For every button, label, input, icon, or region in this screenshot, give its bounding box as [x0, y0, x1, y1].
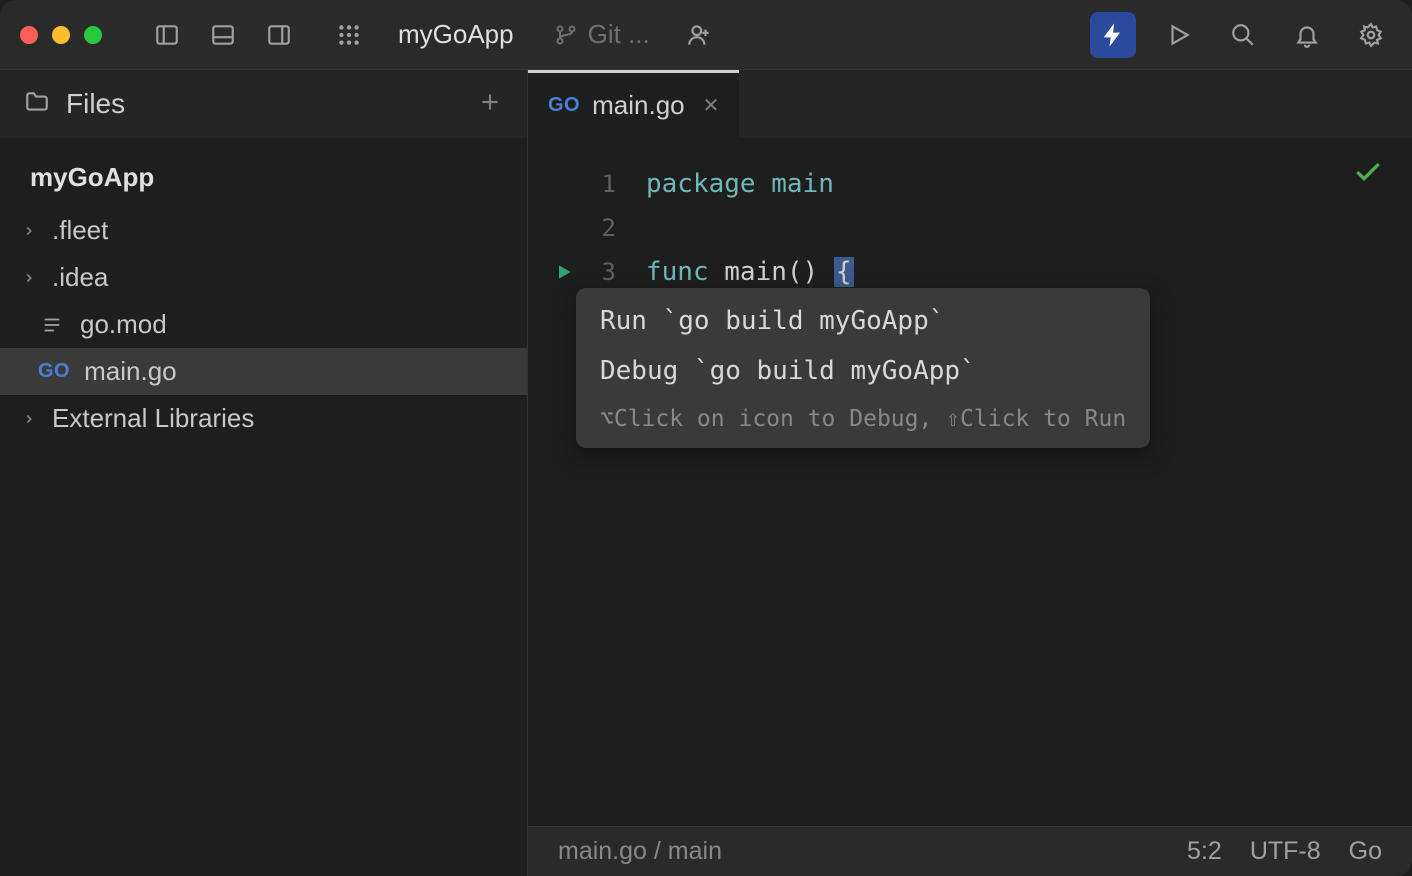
chevron-right-icon: [20, 224, 38, 238]
close-window-button[interactable]: [20, 26, 38, 44]
popup-hint: ⌥Click on icon to Debug, ⇧Click to Run: [576, 396, 1150, 440]
sidebar-title: Files: [66, 88, 125, 120]
tree-item-fleet[interactable]: .fleet: [0, 207, 527, 254]
code-editor[interactable]: 1 package main 2 3 func main() { Run `: [528, 138, 1412, 826]
chevron-right-icon: [20, 412, 38, 426]
tree-item-idea[interactable]: .idea: [0, 254, 527, 301]
search-icon[interactable]: [1230, 22, 1256, 48]
run-icon[interactable]: [1166, 22, 1192, 48]
smart-mode-button[interactable]: [1090, 12, 1136, 58]
line-number: 1: [586, 170, 626, 198]
tree-item-gomod[interactable]: go.mod: [0, 301, 527, 348]
tab-main-go[interactable]: GO main.go ✕: [528, 70, 739, 138]
close-tab-icon[interactable]: ✕: [703, 93, 720, 118]
tree-item-label: main.go: [84, 356, 177, 387]
editor-tabs: GO main.go ✕: [528, 70, 1412, 138]
gutter-run-icon[interactable]: [542, 262, 586, 282]
tree-item-label: go.mod: [80, 309, 167, 340]
file-lines-icon: [38, 314, 66, 336]
chevron-right-icon: [20, 271, 38, 285]
add-tab-icon[interactable]: [477, 89, 503, 120]
right-panel-icon[interactable]: [266, 22, 292, 48]
status-bar: main.go / main 5:2 UTF-8 Go: [528, 826, 1412, 876]
apps-grid-icon[interactable]: [336, 22, 362, 48]
code-line: 1 package main: [528, 162, 1412, 206]
left-panel-icon[interactable]: [154, 22, 180, 48]
settings-icon[interactable]: [1358, 22, 1384, 48]
titlebar: myGoApp Git ...: [0, 0, 1412, 70]
sidebar: Files myGoApp .fleet .i: [0, 70, 528, 876]
tree-item-external-libraries[interactable]: External Libraries: [0, 395, 527, 442]
tree-item-label: .idea: [52, 262, 108, 293]
project-root[interactable]: myGoApp: [0, 152, 527, 207]
traffic-lights: [20, 26, 102, 44]
popup-run-item[interactable]: Run `go build myGoApp`: [576, 296, 1150, 346]
maximize-window-button[interactable]: [84, 26, 102, 44]
cursor-position[interactable]: 5:2: [1187, 837, 1222, 866]
minimize-window-button[interactable]: [52, 26, 70, 44]
language-mode[interactable]: Go: [1349, 837, 1382, 866]
add-user-icon[interactable]: [686, 22, 712, 48]
git-label: Git ...: [588, 19, 650, 50]
tab-label: main.go: [592, 90, 685, 121]
go-file-icon: GO: [548, 94, 580, 117]
bottom-panel-icon[interactable]: [210, 22, 236, 48]
encoding[interactable]: UTF-8: [1250, 837, 1321, 866]
inspection-ok-icon[interactable]: [1352, 156, 1384, 195]
breadcrumb[interactable]: main.go / main: [558, 837, 1187, 866]
project-title: myGoApp: [398, 19, 514, 50]
go-file-icon: GO: [38, 360, 70, 383]
tree-item-label: External Libraries: [52, 403, 254, 434]
git-branch-button[interactable]: Git ...: [554, 19, 650, 50]
run-popup: Run `go build myGoApp` Debug `go build m…: [576, 288, 1150, 448]
file-tree: myGoApp .fleet .idea: [0, 138, 527, 876]
tree-item-main-go[interactable]: GO main.go: [0, 348, 527, 395]
code-line: 2: [528, 206, 1412, 250]
editor-area: GO main.go ✕ 1 package main 2: [528, 70, 1412, 876]
tree-item-label: .fleet: [52, 215, 108, 246]
sidebar-header: Files: [0, 70, 527, 138]
folder-icon: [24, 89, 50, 120]
line-number: 2: [586, 214, 626, 242]
notifications-icon[interactable]: [1294, 22, 1320, 48]
line-number: 3: [586, 258, 626, 286]
popup-debug-item[interactable]: Debug `go build myGoApp`: [576, 346, 1150, 396]
